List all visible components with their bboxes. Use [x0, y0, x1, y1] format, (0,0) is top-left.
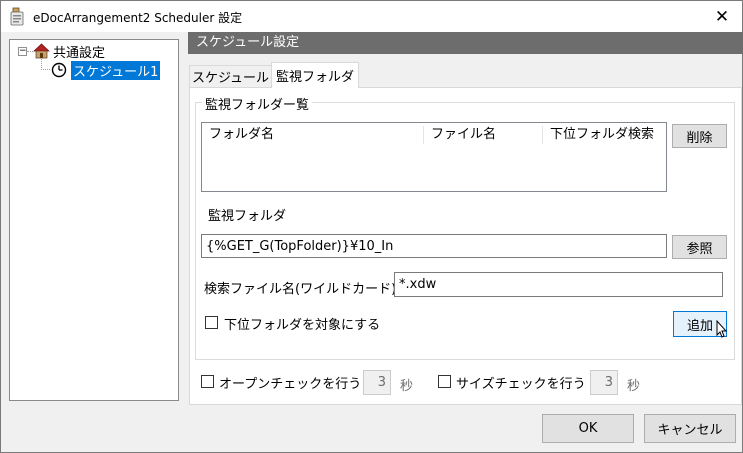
search-filename-input[interactable]: *.xdw	[394, 272, 723, 297]
tree-item-label: スケジュール1	[71, 60, 161, 80]
column-header-folder[interactable]: フォルダ名	[202, 123, 424, 147]
tab-schedule[interactable]: スケジュール	[189, 65, 272, 87]
monitor-folder-input[interactable]: {%GET_G(TopFolder)}¥10_In	[201, 234, 667, 258]
ok-button[interactable]: OK	[542, 414, 634, 443]
column-header-file[interactable]: ファイル名	[424, 123, 542, 147]
delete-button[interactable]: 削除	[672, 124, 727, 148]
monitor-folder-list[interactable]: フォルダ名 ファイル名 下位フォルダ検索	[201, 122, 667, 192]
settings-tree[interactable]: − 共通設定 スケジュール1	[9, 39, 179, 401]
size-check-seconds-input[interactable]: 3	[590, 370, 618, 395]
section-header: スケジュール設定	[188, 32, 743, 54]
browse-button[interactable]: 参照	[672, 235, 727, 259]
dialog-window: eDocArrangement2 Scheduler 設定 ✕ − 共通設定 ス…	[0, 0, 743, 453]
search-filename-label: 検索ファイル名(ワイルドカード)	[204, 282, 397, 297]
close-icon: ✕	[714, 6, 730, 27]
window-title: eDocArrangement2 Scheduler 設定	[33, 11, 243, 25]
tree-expander[interactable]: −	[18, 47, 27, 56]
size-check-checkbox[interactable]	[438, 375, 451, 388]
tab-monitor-folder[interactable]: 監視フォルダ	[271, 62, 359, 88]
cancel-button[interactable]: キャンセル	[644, 414, 736, 443]
mouse-cursor-icon	[716, 319, 728, 338]
open-check-unit: 秒	[400, 379, 414, 394]
size-check-unit: 秒	[627, 379, 641, 394]
open-check-seconds-input[interactable]: 3	[363, 370, 391, 395]
tree-line	[41, 69, 50, 70]
group-title: 監視フォルダー覧	[202, 94, 313, 113]
app-icon	[9, 7, 27, 27]
size-check-label[interactable]: サイズチェックを行う	[456, 373, 586, 392]
column-header-subfolder[interactable]: 下位フォルダ検索	[543, 123, 667, 147]
clock-icon	[51, 62, 68, 78]
subfolder-checkbox[interactable]	[205, 316, 218, 329]
open-check-label[interactable]: オープンチェックを行う	[219, 373, 361, 392]
settings-house-icon	[33, 43, 50, 59]
monitor-folder-label: 監視フォルダ	[208, 209, 287, 224]
subfolder-checkbox-label[interactable]: 下位フォルダを対象にする	[224, 314, 380, 333]
tree-item-label: 共通設定	[53, 45, 106, 61]
tree-item-schedule1[interactable]: スケジュール1	[51, 60, 161, 80]
close-button[interactable]: ✕	[703, 2, 741, 31]
open-check-checkbox[interactable]	[201, 375, 214, 388]
title-bar: eDocArrangement2 Scheduler 設定 ✕	[1, 1, 742, 32]
tree-item-common-settings[interactable]: 共通設定	[33, 42, 106, 61]
